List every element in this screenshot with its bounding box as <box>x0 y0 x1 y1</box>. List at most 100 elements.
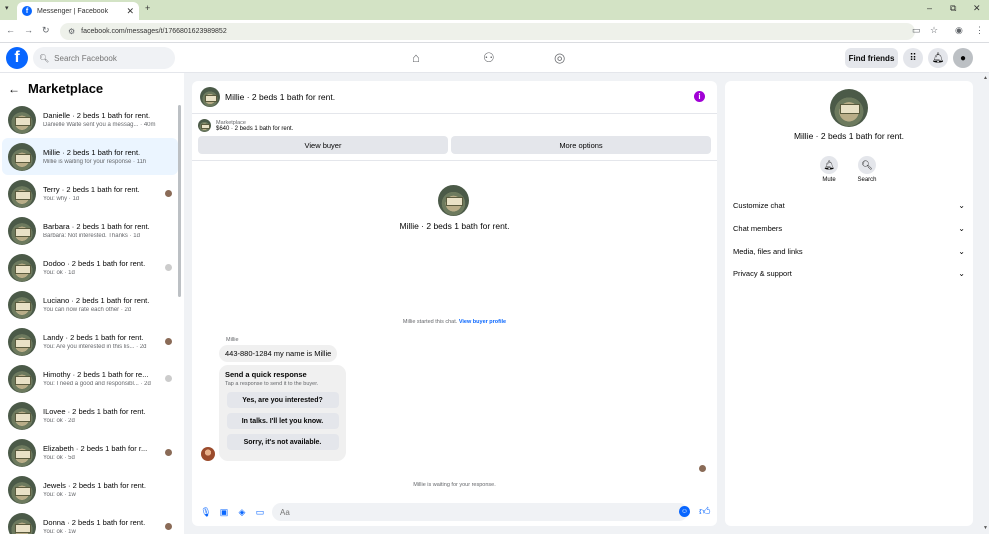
conversation-item[interactable]: Luciano · 2 beds 1 bath for rent. You can… <box>2 286 178 323</box>
search-input[interactable] <box>54 53 165 63</box>
url-field[interactable]: ⚙ facebook.com/messages/t/17668016239898… <box>60 23 915 40</box>
conversation-name: Danielle · 2 beds 1 bath for rent. <box>43 111 151 120</box>
friends-icon[interactable]: ⚇ <box>483 50 495 66</box>
search-box[interactable]: 🔍︎ <box>33 47 175 69</box>
view-buyer-profile-link[interactable]: View buyer profile <box>459 319 506 325</box>
conversation-avatar <box>8 327 36 356</box>
conversation-avatar <box>8 179 36 208</box>
conversation-avatar <box>8 401 36 430</box>
conversation-item[interactable]: Jewels · 2 beds 1 bath for rent. You: ok … <box>2 471 178 508</box>
maximize-button[interactable]: ⧉ <box>950 3 956 14</box>
conversation-text: Himothy · 2 beds 1 bath for re... You: I … <box>43 370 161 387</box>
media-files-links-section[interactable]: Media, files and links ⌄ <box>733 242 965 260</box>
home-icon[interactable]: ⌂ <box>412 50 420 65</box>
browser-menu-icon[interactable]: ⋮ <box>975 25 984 36</box>
customize-chat-section[interactable]: Customize chat ⌄ <box>733 196 965 214</box>
chat-title[interactable]: Millie · 2 beds 1 bath for rent. <box>225 92 335 102</box>
scroll-down-icon[interactable]: ▼ <box>983 525 988 531</box>
privacy-support-section[interactable]: Privacy & support ⌄ <box>733 264 965 282</box>
conversation-name: Millie · 2 beds 1 bath for rent. <box>43 148 141 157</box>
message-composer: 🎙︎ ▣ ◈ ▭ ☺ 👍︎ <box>192 501 717 523</box>
info-avatar <box>830 89 868 127</box>
microphone-icon[interactable]: 🎙︎ <box>200 507 212 518</box>
page-scrollbar[interactable]: ▲ ▼ <box>982 73 989 534</box>
bell-icon[interactable]: 🔔︎ <box>820 156 838 174</box>
conversation-text: Donna · 2 beds 1 bath for rent. You: ok ·… <box>43 518 161 534</box>
url-text[interactable]: facebook.com/messages/t/1766801623989852 <box>81 28 227 35</box>
conversation-item[interactable]: Danielle · 2 beds 1 bath for rent. Daniel… <box>2 101 178 138</box>
close-tab-icon[interactable]: ✕ <box>126 6 134 17</box>
facebook-logo[interactable]: f <box>6 47 28 69</box>
thumbs-up-icon[interactable]: 👍︎ <box>699 505 711 518</box>
section-label: Chat members <box>733 223 783 233</box>
find-friends-button[interactable]: Find friends <box>845 48 898 68</box>
conversation-preview: You: why · 1d <box>43 196 80 202</box>
bookmark-star-icon[interactable]: ☆ <box>930 25 938 36</box>
browser-tab[interactable]: f Messenger | Facebook ✕ <box>17 2 139 20</box>
conversation-text: Luciano · 2 beds 1 bath for rent. You can… <box>43 296 161 313</box>
forward-arrow-icon[interactable]: → <box>24 25 33 35</box>
info-icon[interactable]: i <box>694 91 705 102</box>
facebook-header: f 🔍︎ ⌂ ⚇ ◎ Find friends ⠿ 🔔︎ ● <box>0 43 989 73</box>
conversation-item[interactable]: Himothy · 2 beds 1 bath for re... You: I … <box>2 360 178 397</box>
photo-icon[interactable]: ▣ <box>218 507 230 518</box>
quick-response-title: Send a quick response <box>225 370 307 379</box>
conversation-item[interactable]: Donna · 2 beds 1 bath for rent. You: ok ·… <box>2 508 178 534</box>
conversation-avatar <box>438 185 469 216</box>
browser-tab-bar: ▾ f Messenger | Facebook ✕ + – ⧉ ✕ <box>0 0 989 20</box>
search-action[interactable]: 🔍︎ Search <box>852 156 882 183</box>
tab-search-icon[interactable]: ▾ <box>5 4 9 12</box>
quick-response-card: Send a quick response Tap a response to … <box>219 365 346 461</box>
scroll-up-icon[interactable]: ▲ <box>983 75 988 81</box>
conversation-item[interactable]: Terry · 2 beds 1 bath for rent. You: why … <box>2 175 178 212</box>
emoji-icon[interactable]: ☺ <box>679 506 690 517</box>
profile-icon[interactable]: ◉ <box>955 25 963 36</box>
menu-grid-icon[interactable]: ⠿ <box>903 48 923 68</box>
quick-response-subtitle: Tap a response to send it to the buyer. <box>225 381 319 387</box>
reload-icon[interactable]: ↻ <box>42 25 50 36</box>
conversation-item[interactable]: Millie · 2 beds 1 bath for rent. Millie i… <box>2 138 178 175</box>
conversation-item[interactable]: Elizabeth · 2 beds 1 bath for r... You: o… <box>2 434 178 471</box>
cast-icon[interactable]: ▭ <box>912 25 921 36</box>
back-arrow-icon[interactable]: ← <box>6 25 15 35</box>
message-bubble[interactable]: 443-880-1284 my name is Millie <box>219 345 338 362</box>
quick-response-not-available-button[interactable]: Sorry, it's not available. <box>226 434 339 450</box>
conversation-text: Terry · 2 beds 1 bath for rent. You: why … <box>43 185 161 202</box>
back-arrow-icon[interactable]: ← <box>8 82 20 96</box>
conversation-item[interactable]: Landy · 2 beds 1 bath for rent. You: Are … <box>2 323 178 360</box>
sidebar-title: Marketplace <box>28 81 104 96</box>
chat-panel: Millie · 2 beds 1 bath for rent. i Marke… <box>192 81 717 526</box>
gif-icon[interactable]: ▭ <box>254 507 266 518</box>
sender-avatar[interactable] <box>201 447 215 461</box>
listing-price: $640 · 2 beds 1 bath for rent. <box>216 125 294 132</box>
close-window-button[interactable]: ✕ <box>973 3 981 14</box>
conversation-item[interactable]: ILovee · 2 beds 1 bath for rent. You: ok … <box>2 397 178 434</box>
message-input[interactable] <box>272 503 688 521</box>
mute-action[interactable]: 🔔︎ Mute <box>814 156 844 183</box>
site-info-icon[interactable]: ⚙ <box>68 27 75 36</box>
conversation-name: ILovee · 2 beds 1 bath for rent. <box>43 407 146 416</box>
search-label: Search <box>857 177 877 183</box>
view-buyer-button[interactable]: View buyer <box>198 136 448 154</box>
chat-members-section[interactable]: Chat members ⌄ <box>733 219 965 237</box>
sticker-icon[interactable]: ◈ <box>236 507 248 518</box>
conversation-item[interactable]: Dodoo · 2 beds 1 bath for rent. You: ok ·… <box>2 249 178 286</box>
account-avatar[interactable]: ● <box>953 48 973 68</box>
search-icon[interactable]: 🔍︎ <box>858 156 876 174</box>
groups-icon[interactable]: ◎ <box>554 50 565 66</box>
conversation-name: Donna · 2 beds 1 bath for rent. <box>43 518 146 527</box>
chevron-down-icon: ⌄ <box>958 200 965 210</box>
conversation-item[interactable]: Barbara · 2 beds 1 bath for rent. Barbara… <box>2 212 178 249</box>
conversation-text: ILovee · 2 beds 1 bath for rent. You: ok … <box>43 407 161 424</box>
chat-avatar[interactable] <box>200 87 220 107</box>
sidebar-scrollbar[interactable] <box>178 105 181 297</box>
quick-response-in-talks-button[interactable]: In talks. I'll let you know. <box>226 413 339 429</box>
conversation-preview: You: ok · 1w <box>43 492 76 498</box>
new-tab-button[interactable]: + <box>145 3 150 13</box>
minimize-button[interactable]: – <box>927 3 932 13</box>
listing-thumbnail <box>198 119 211 132</box>
conversation-text: Dodoo · 2 beds 1 bath for rent. You: ok ·… <box>43 259 161 276</box>
more-options-button[interactable]: More options <box>451 136 711 154</box>
quick-response-yes-button[interactable]: Yes, are you interested? <box>226 392 339 408</box>
notifications-bell-icon[interactable]: 🔔︎ <box>928 48 948 68</box>
